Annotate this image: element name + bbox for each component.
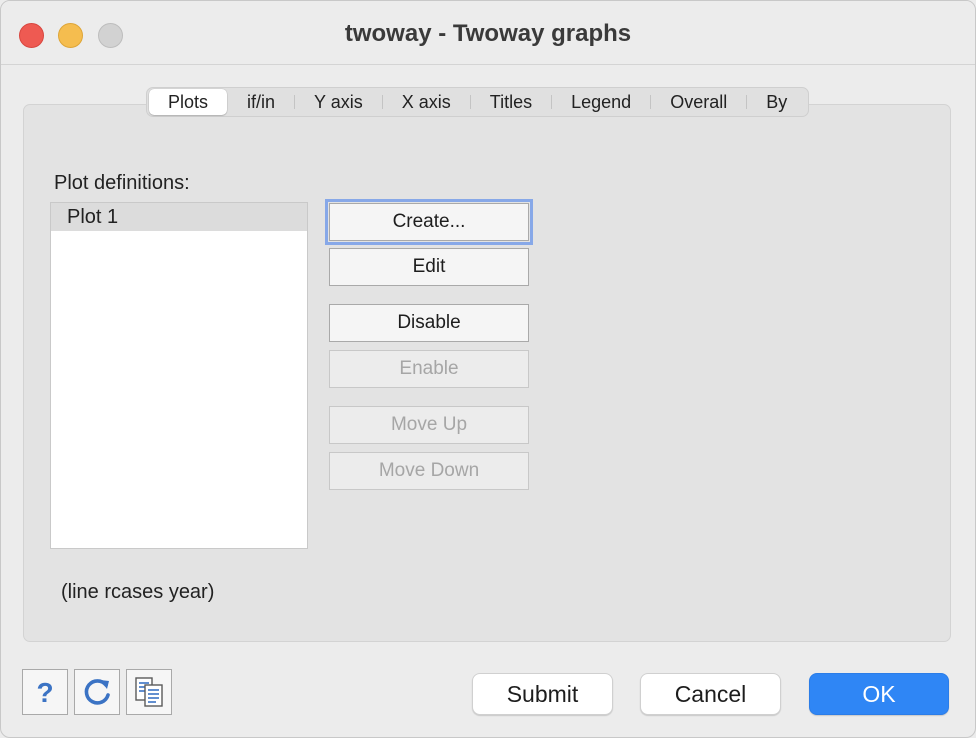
tab-titles[interactable]: Titles — [471, 89, 551, 115]
dialog-window: twoway - Twoway graphs Plots if/in Y axi… — [0, 0, 976, 738]
tab-bar: Plots if/in Y axis X axis Titles Legend … — [146, 87, 810, 117]
cancel-button[interactable]: Cancel — [640, 673, 781, 715]
command-preview: (line rcases year) — [61, 581, 215, 603]
tab-plots[interactable]: Plots — [149, 89, 228, 115]
ok-button[interactable]: OK — [809, 673, 949, 715]
copy-command-icon — [135, 677, 163, 707]
reset-button[interactable] — [74, 669, 120, 715]
list-item[interactable]: Plot 1 — [51, 203, 307, 231]
tab-if-in[interactable]: if/in — [228, 89, 294, 115]
help-button[interactable]: ? — [22, 669, 68, 715]
tab-x-axis[interactable]: X axis — [383, 89, 470, 115]
disable-button[interactable]: Disable — [329, 304, 529, 342]
window-title: twoway - Twoway graphs — [344, 20, 632, 47]
question-mark-icon: ? — [36, 677, 53, 708]
svg-text:?: ? — [36, 677, 53, 708]
tab-by[interactable]: By — [747, 89, 806, 115]
move-down-button[interactable]: Move Down — [329, 452, 529, 490]
tab-overall[interactable]: Overall — [651, 89, 746, 115]
tab-legend[interactable]: Legend — [552, 89, 650, 115]
copy-command-button[interactable] — [126, 669, 172, 715]
title-bar: twoway - Twoway graphs — [1, 1, 975, 65]
refresh-icon — [84, 679, 110, 705]
submit-button[interactable]: Submit — [472, 673, 613, 715]
plot-definitions-label: Plot definitions: — [54, 172, 190, 194]
edit-button[interactable]: Edit — [329, 248, 529, 286]
plot-definitions-list[interactable]: Plot 1 — [50, 202, 308, 549]
tab-y-axis[interactable]: Y axis — [295, 89, 382, 115]
move-up-button[interactable]: Move Up — [329, 406, 529, 444]
create-button[interactable]: Create... — [325, 199, 533, 245]
enable-button[interactable]: Enable — [329, 350, 529, 388]
